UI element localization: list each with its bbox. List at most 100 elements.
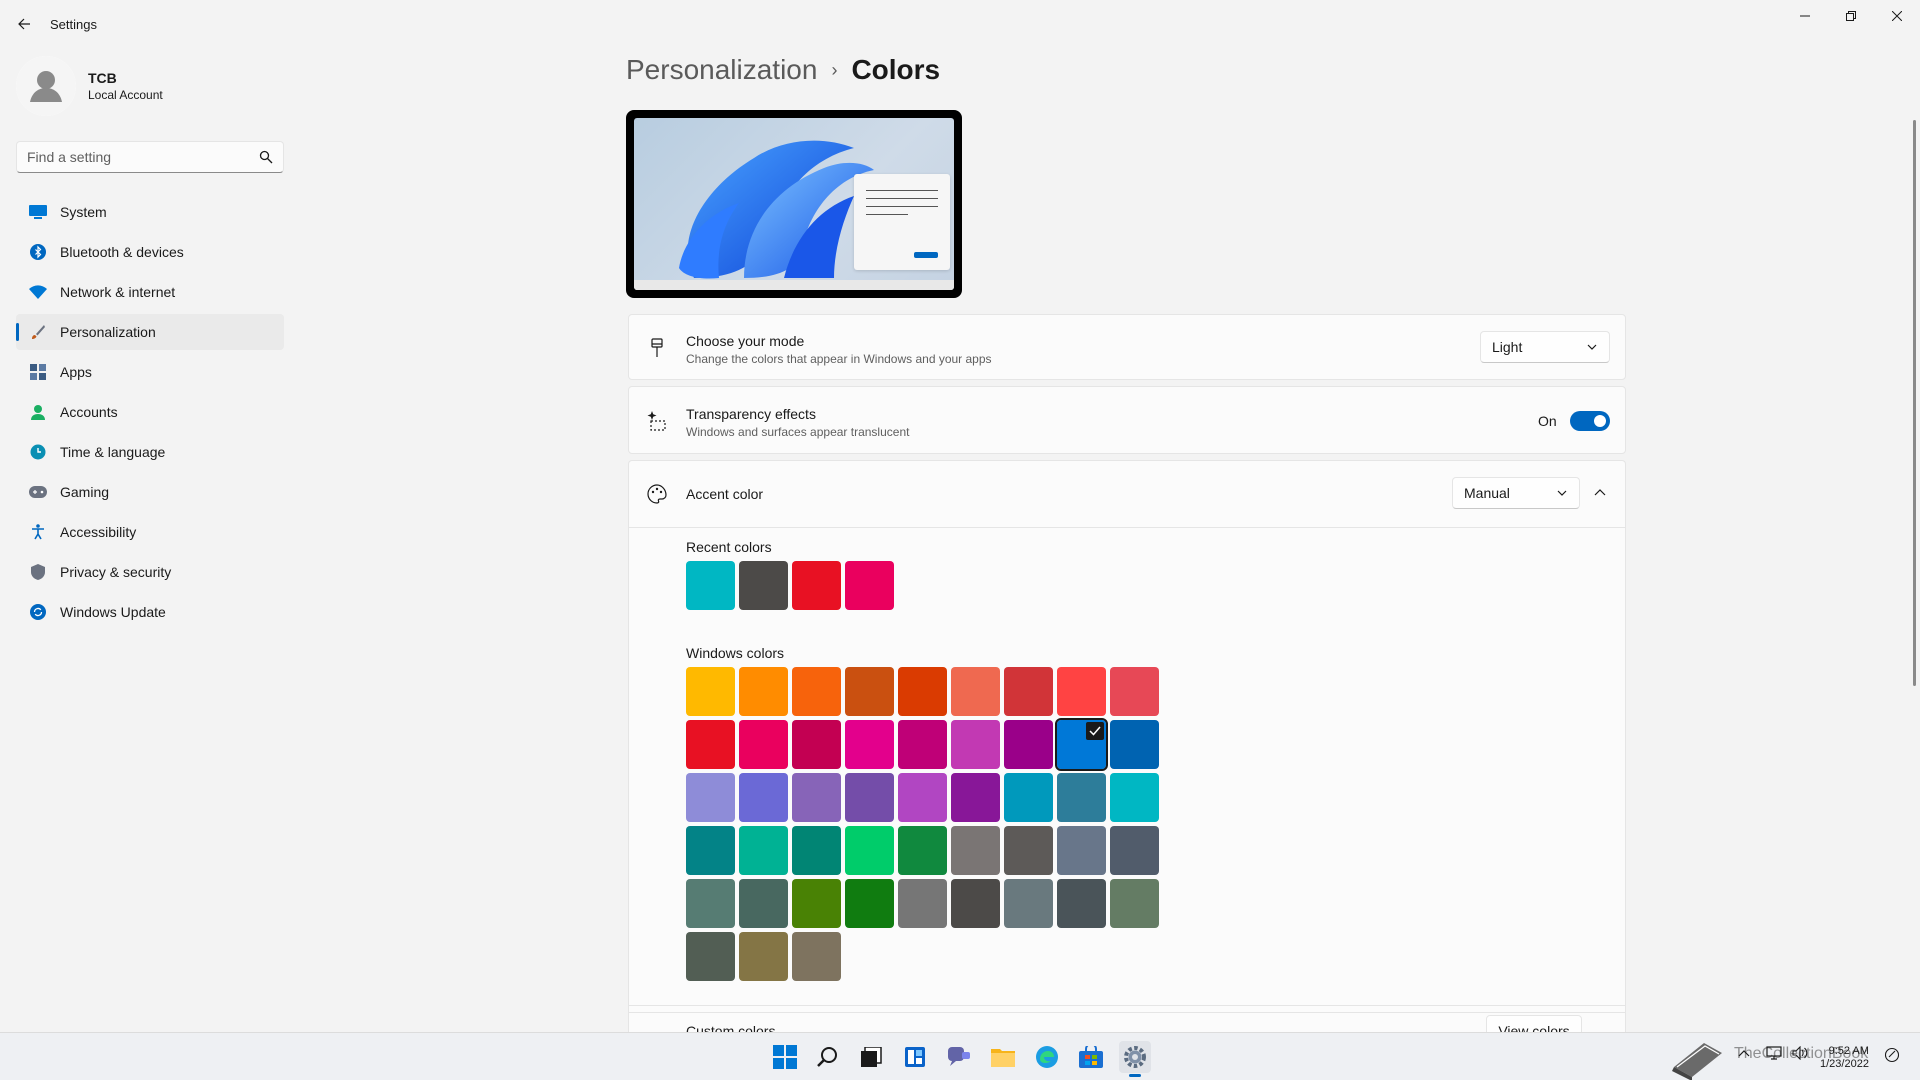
sidebar-item-windows-update[interactable]: Windows Update [16,594,284,630]
color-swatch[interactable] [1004,773,1053,822]
color-swatch[interactable] [1057,826,1106,875]
shield-icon [31,564,45,580]
color-swatch[interactable] [1057,667,1106,716]
color-swatch[interactable] [739,826,788,875]
sidebar-item-gaming[interactable]: Gaming [16,474,284,510]
collapse-accent-button[interactable] [1584,477,1616,509]
transparency-toggle[interactable] [1570,411,1610,431]
color-swatch[interactable] [686,720,735,769]
color-swatch[interactable] [845,561,894,610]
sidebar-item-bluetooth[interactable]: Bluetooth & devices [16,234,284,270]
color-swatch[interactable] [792,720,841,769]
preview-taskbar [634,280,954,290]
color-swatch[interactable] [951,879,1000,928]
color-swatch[interactable] [951,826,1000,875]
widgets-button[interactable] [899,1041,931,1073]
color-swatch[interactable] [739,773,788,822]
sidebar-item-apps[interactable]: Apps [16,354,284,390]
color-swatch[interactable] [739,932,788,981]
color-swatch[interactable] [951,773,1000,822]
network-tray[interactable] [1766,1046,1782,1065]
apps-icon [30,364,46,380]
sidebar-item-label: Windows Update [60,604,166,620]
wifi-icon [29,285,47,299]
color-swatch[interactable] [951,667,1000,716]
color-swatch[interactable] [1057,879,1106,928]
color-swatch[interactable] [898,826,947,875]
sidebar-item-accessibility[interactable]: Accessibility [16,514,284,550]
color-swatch[interactable] [845,720,894,769]
start-button[interactable] [769,1041,801,1073]
clock-globe-icon [30,444,46,460]
color-swatch[interactable] [686,879,735,928]
sidebar-item-accounts[interactable]: Accounts [16,394,284,430]
search-input[interactable] [17,142,247,172]
color-swatch[interactable] [792,826,841,875]
color-swatch[interactable] [686,667,735,716]
color-swatch[interactable] [792,667,841,716]
color-swatch[interactable] [898,773,947,822]
volume-tray[interactable] [1792,1045,1808,1065]
color-swatch[interactable] [845,879,894,928]
clock[interactable]: 9:52 AM 1/23/2022 [1820,1045,1869,1071]
color-swatch[interactable] [1057,773,1106,822]
color-swatch[interactable] [792,773,841,822]
color-swatch[interactable] [792,561,841,610]
store-button[interactable] [1075,1041,1107,1073]
sidebar-item-personalization[interactable]: Personalization [16,314,284,350]
task-view-button[interactable] [855,1041,887,1073]
accessibility-icon [32,524,44,540]
maximize-button[interactable] [1828,0,1874,32]
color-swatch[interactable] [1110,879,1159,928]
sidebar-item-time-language[interactable]: Time & language [16,434,284,470]
color-swatch[interactable] [1004,826,1053,875]
tray-chevron[interactable] [1738,1047,1750,1065]
color-swatch[interactable] [1110,826,1159,875]
color-swatch[interactable] [898,667,947,716]
color-swatch[interactable] [686,773,735,822]
color-swatch[interactable] [845,773,894,822]
color-swatch[interactable] [792,932,841,981]
color-swatch[interactable] [686,561,735,610]
color-swatch[interactable] [739,667,788,716]
taskbar-search-button[interactable] [812,1041,844,1073]
file-explorer-button[interactable] [987,1041,1019,1073]
sidebar-item-system[interactable]: System [16,194,284,230]
color-swatch[interactable] [1110,667,1159,716]
color-swatch[interactable] [1055,718,1108,771]
color-swatch[interactable] [686,826,735,875]
color-swatch[interactable] [898,879,947,928]
color-swatch[interactable] [739,561,788,610]
scrollbar[interactable] [1913,120,1916,686]
mode-value: Light [1492,339,1523,355]
notification-button[interactable] [1884,1047,1900,1068]
color-swatch[interactable] [898,720,947,769]
sidebar-item-network[interactable]: Network & internet [16,274,284,310]
edge-button[interactable] [1031,1041,1063,1073]
mode-dropdown[interactable]: Light [1480,331,1610,363]
color-swatch[interactable] [1004,720,1053,769]
color-swatch[interactable] [739,720,788,769]
accent-mode-dropdown[interactable]: Manual [1452,477,1580,509]
close-button[interactable] [1874,0,1920,32]
settings-taskbar-button[interactable] [1119,1041,1151,1077]
color-swatch[interactable] [1110,773,1159,822]
color-swatch[interactable] [686,932,735,981]
chat-button[interactable] [943,1041,975,1073]
search-icon[interactable] [259,150,273,164]
color-swatch[interactable] [845,667,894,716]
back-button[interactable] [8,8,40,40]
color-swatch[interactable] [1004,879,1053,928]
color-swatch[interactable] [1004,667,1053,716]
user-profile[interactable]: TCB Local Account [16,56,163,116]
color-swatch[interactable] [1110,720,1159,769]
color-swatch[interactable] [739,879,788,928]
color-swatch[interactable] [845,826,894,875]
color-swatch[interactable] [951,720,1000,769]
minimize-button[interactable] [1782,0,1828,32]
clock-date: 1/23/2022 [1820,1058,1869,1070]
accent-mode-value: Manual [1464,485,1510,501]
sidebar-item-privacy[interactable]: Privacy & security [16,554,284,590]
breadcrumb-parent[interactable]: Personalization [626,54,817,86]
color-swatch[interactable] [792,879,841,928]
